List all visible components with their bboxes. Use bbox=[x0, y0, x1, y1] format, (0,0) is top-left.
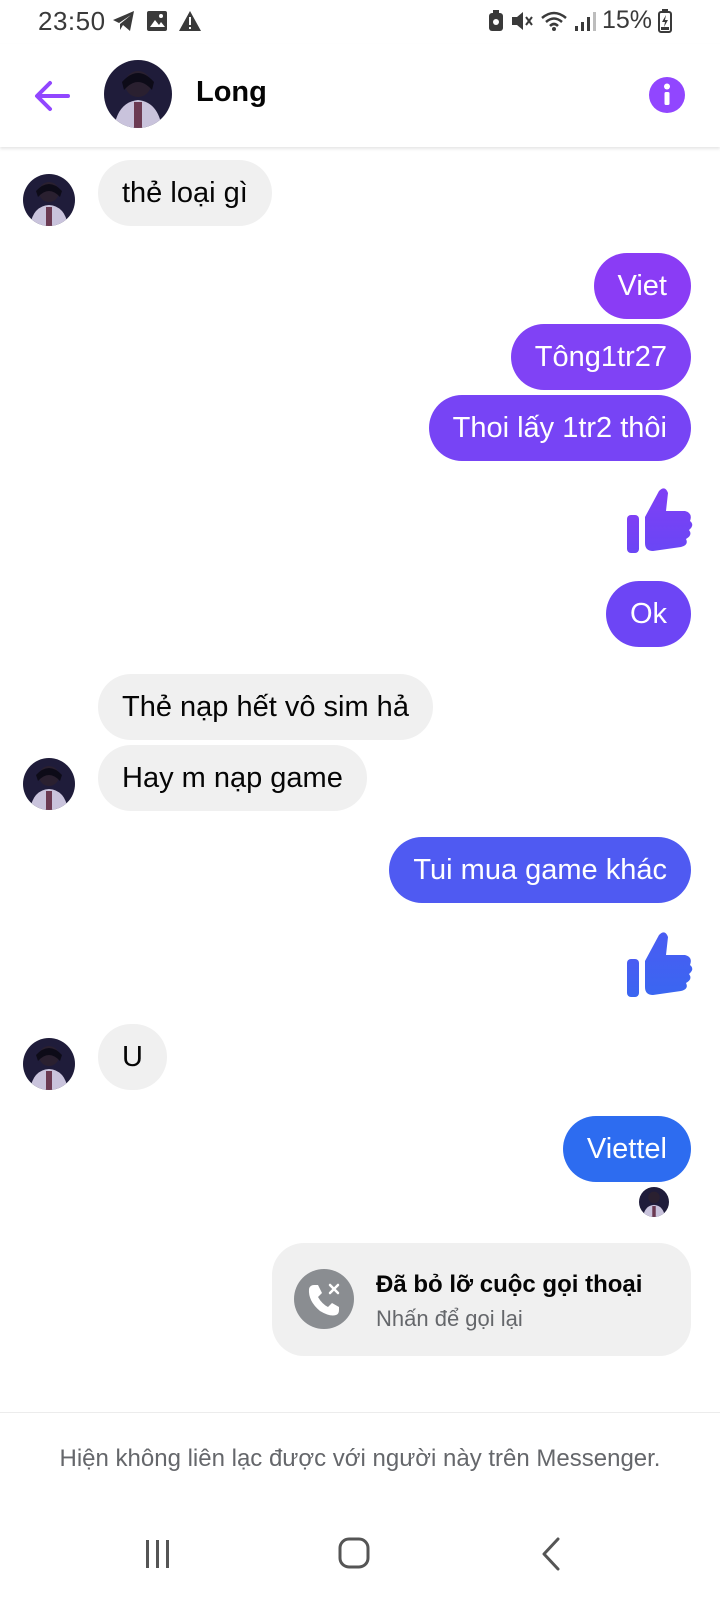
unavailable-notice: Hiện không liên lạc được với người này t… bbox=[59, 1445, 661, 1472]
signal-icon bbox=[574, 11, 596, 31]
status-time: 23:50 bbox=[38, 6, 106, 36]
mute-icon bbox=[511, 11, 533, 30]
message-bubble-outgoing[interactable]: Tui mua game khác bbox=[389, 837, 691, 903]
thumbs-up-icon[interactable] bbox=[625, 485, 695, 555]
warning-icon bbox=[179, 11, 201, 31]
message-bubble-incoming[interactable]: thẻ loại gì bbox=[98, 160, 272, 226]
missed-call-subtitle: Nhấn để gọi lại bbox=[376, 1306, 523, 1331]
contact-avatar-small bbox=[23, 758, 75, 810]
missed-call-card[interactable]: Đã bỏ lỡ cuộc gọi thoại Nhấn để gọi lại bbox=[272, 1243, 691, 1356]
contact-name[interactable]: Long bbox=[196, 76, 267, 109]
wifi-icon bbox=[541, 11, 567, 31]
contact-avatar-small bbox=[23, 1038, 75, 1090]
telegram-icon bbox=[113, 11, 134, 31]
missed-call-title: Đã bỏ lỡ cuộc gọi thoại bbox=[376, 1271, 643, 1298]
status-notification-icons bbox=[112, 10, 202, 32]
image-icon bbox=[147, 11, 167, 31]
battery-charging-icon bbox=[658, 8, 672, 33]
unavailable-footer: Hiện không liên lạc được với người này t… bbox=[0, 1412, 720, 1508]
read-receipt-avatar bbox=[639, 1187, 669, 1217]
message-bubble-outgoing[interactable]: Tông1tr27 bbox=[510, 324, 691, 390]
message-thread[interactable]: thẻ loại gì Viet Tông1tr27 Thoi lấy 1tr2… bbox=[0, 147, 720, 1412]
message-bubble-outgoing[interactable]: Viet bbox=[593, 253, 691, 319]
message-bubble-outgoing[interactable]: Thoi lấy 1tr2 thôi bbox=[428, 395, 691, 461]
system-navigation-bar bbox=[0, 1508, 720, 1600]
recent-apps-icon[interactable] bbox=[136, 1534, 180, 1574]
info-icon[interactable] bbox=[648, 76, 686, 114]
message-bubble-outgoing[interactable]: Viettel bbox=[562, 1116, 691, 1182]
missed-call-icon bbox=[294, 1269, 354, 1329]
battery-level: 15% bbox=[601, 6, 652, 34]
conversation-header: Long bbox=[0, 44, 720, 147]
back-arrow-icon[interactable] bbox=[30, 74, 74, 118]
message-bubble-incoming[interactable]: Thẻ nạp hết vô sim hả bbox=[98, 674, 433, 740]
contact-avatar[interactable] bbox=[104, 60, 172, 128]
status-system-icons: 15% bbox=[488, 6, 672, 35]
back-nav-icon[interactable] bbox=[530, 1534, 574, 1574]
message-bubble-incoming[interactable]: Hay m nạp game bbox=[98, 745, 367, 811]
recycle-icon bbox=[488, 9, 503, 31]
home-icon[interactable] bbox=[332, 1534, 376, 1574]
status-bar: 23:50 15% bbox=[0, 0, 720, 44]
thumbs-up-icon[interactable] bbox=[625, 929, 695, 999]
message-bubble-outgoing[interactable]: Ok bbox=[605, 581, 691, 647]
message-bubble-incoming[interactable]: U bbox=[98, 1024, 167, 1090]
contact-avatar-small bbox=[23, 174, 75, 226]
